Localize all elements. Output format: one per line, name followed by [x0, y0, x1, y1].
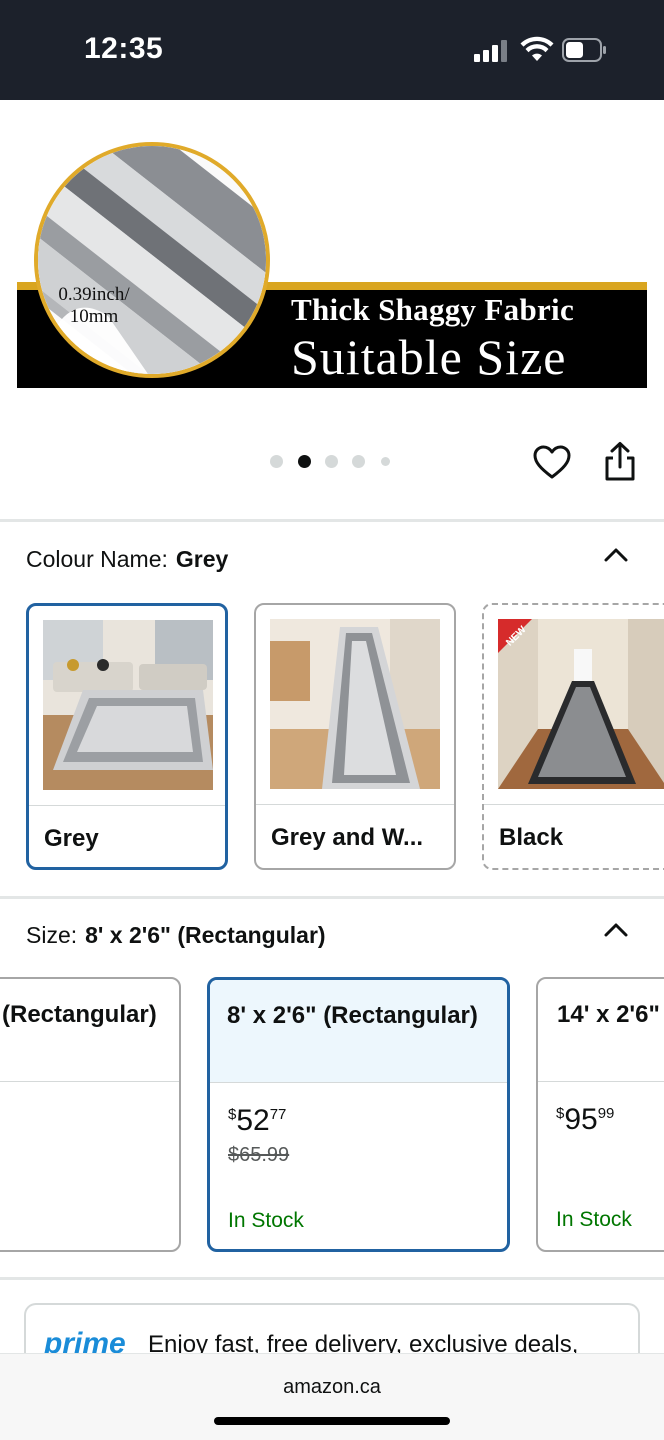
section-divider: [0, 519, 664, 522]
colour-row-label: Colour Name: Grey: [26, 546, 228, 573]
home-indicator[interactable]: [214, 1417, 450, 1425]
cellular-signal-icon: [474, 40, 510, 62]
size-option-title: 14' x 2'6": [557, 1001, 660, 1028]
carousel-dot-2[interactable]: [298, 455, 311, 468]
colour-thumbnail-grey-and-white: [270, 619, 440, 789]
price-whole: 95: [564, 1103, 598, 1136]
size-option-divider: [0, 1081, 179, 1082]
price-currency: $: [556, 1105, 565, 1122]
size-label: Size:: [26, 922, 78, 948]
browser-url[interactable]: amazon.ca: [0, 1376, 664, 1399]
chevron-up-icon[interactable]: [603, 920, 629, 938]
swatch-divider: [29, 805, 225, 806]
share-icon[interactable]: [602, 441, 638, 483]
colour-selected-value: Grey: [175, 546, 229, 572]
thickness-label-inch: 0.39inch/: [58, 284, 130, 305]
hero-text-line-2: Suitable Size: [291, 329, 567, 385]
size-option-stock: In Stock: [556, 1208, 632, 1231]
colour-thumbnail-black: NEW: [498, 619, 664, 789]
size-option-divider: [210, 1082, 507, 1083]
colour-option-name: Grey and W...: [271, 824, 424, 851]
status-time: 12:35: [84, 32, 164, 65]
heart-icon[interactable]: [532, 443, 572, 483]
price-cents: 99: [597, 1105, 615, 1122]
size-option-card[interactable]: (Rectangular): [0, 977, 181, 1252]
browser-address-bar[interactable]: amazon.ca: [0, 1353, 664, 1440]
swatch-divider: [256, 804, 454, 805]
section-divider: [0, 896, 664, 899]
size-option-was-price: $65.99: [228, 1144, 290, 1166]
size-selected-value: 8' x 2'6" (Rectangular): [85, 922, 326, 948]
colour-option-grey-and-white[interactable]: Grey and W...: [254, 603, 456, 870]
size-option-stock: In Stock: [228, 1209, 304, 1232]
image-carousel-dots[interactable]: [270, 453, 400, 469]
size-row-label: Size: 8' x 2'6" (Rectangular): [26, 922, 326, 949]
size-option-header: [0, 979, 179, 1081]
colour-option-black[interactable]: NEW Black: [482, 603, 664, 870]
chevron-up-icon[interactable]: [603, 545, 629, 563]
carousel-dot-1[interactable]: [270, 455, 283, 468]
colour-option-grey[interactable]: Grey: [26, 603, 228, 870]
size-option-divider: [538, 1081, 664, 1082]
size-option-card-selected[interactable]: 8' x 2'6" (Rectangular) $5277 $65.99 In …: [207, 977, 510, 1252]
colour-option-name: Black: [499, 824, 564, 851]
price-whole: 52: [236, 1104, 270, 1137]
colour-label: Colour Name:: [26, 546, 168, 572]
section-divider: [0, 1277, 664, 1280]
thickness-label: 0.39inch/ 10mm: [44, 284, 144, 328]
size-option-price: $9599: [556, 1103, 614, 1137]
carousel-dot-5[interactable]: [381, 457, 390, 466]
size-option-card[interactable]: 14' x 2'6" $9599 In Stock: [536, 977, 664, 1252]
size-option-title: 8' x 2'6" (Rectangular): [227, 1002, 478, 1029]
colour-thumbnail-grey: [43, 620, 213, 790]
status-bar: 12:35: [0, 0, 664, 100]
carousel-dot-4[interactable]: [352, 455, 365, 468]
battery-icon: [562, 38, 606, 62]
price-cents: 77: [269, 1106, 287, 1123]
wifi-icon: [520, 36, 554, 61]
price-currency: $: [228, 1106, 237, 1123]
size-option-header: [210, 980, 507, 1082]
size-option-price: $5277: [228, 1104, 286, 1138]
swatch-divider: [484, 804, 664, 805]
product-image[interactable]: Thick Shaggy Fabric Suitable Size 0.39in…: [0, 100, 664, 420]
fabric-closeup-image: [34, 142, 270, 378]
size-option-title: (Rectangular): [2, 1001, 157, 1028]
colour-option-name: Grey: [44, 825, 99, 852]
carousel-dot-3[interactable]: [325, 455, 338, 468]
size-option-header: [538, 979, 664, 1081]
thickness-label-mm: 10mm: [69, 306, 119, 327]
hero-text-line-1: Thick Shaggy Fabric: [291, 292, 575, 327]
